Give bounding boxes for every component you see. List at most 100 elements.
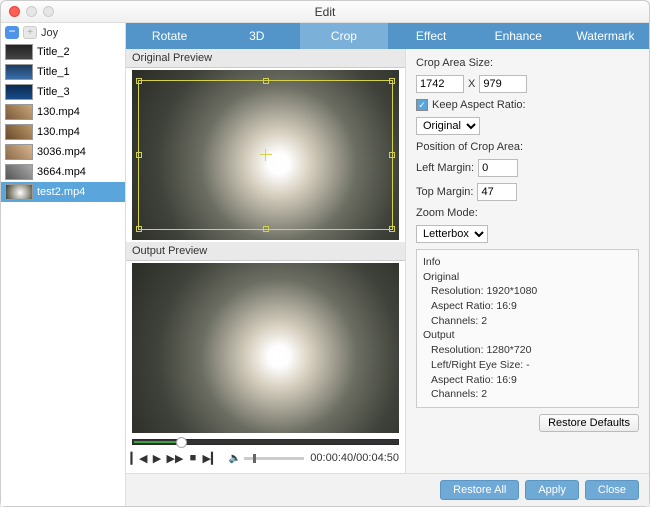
seek-knob[interactable] [176,437,187,448]
close-button[interactable]: Close [585,480,639,500]
list-item-label: Title_3 [37,86,70,98]
keep-aspect-label: Keep Aspect Ratio: [432,99,526,111]
crop-handle[interactable] [389,78,395,84]
sidebar-group-label: Joy [41,27,58,39]
crop-handle[interactable] [136,226,142,232]
sidebar-header: − + Joy [1,23,125,42]
info-original-label: Original [423,270,632,285]
list-item-label: 3664.mp4 [37,166,86,178]
crop-handle[interactable] [389,226,395,232]
info-original-aspect: Aspect Ratio: 16:9 [423,299,632,314]
crop-handle[interactable] [263,226,269,232]
tab-effect[interactable]: Effect [388,23,475,49]
prev-icon[interactable]: ▎◀ [132,451,146,465]
restore-defaults-button[interactable]: Restore Defaults [539,414,639,432]
restore-all-button[interactable]: Restore All [440,480,519,500]
volume-slider[interactable] [244,457,304,460]
top-margin-label: Top Margin: [416,186,473,198]
thumbnail-icon [5,104,33,120]
position-label: Position of Crop Area: [416,141,523,153]
aspect-ratio-select[interactable]: Original [416,117,480,135]
thumbnail-icon [5,144,33,160]
list-item[interactable]: Title_1 [1,62,125,82]
apply-button[interactable]: Apply [525,480,579,500]
crop-width-input[interactable] [416,75,464,93]
collapse-group-button[interactable]: − [5,26,19,39]
seek-progress [134,441,182,443]
list-item[interactable]: 130.mp4 [1,102,125,122]
left-margin-input[interactable] [478,159,518,177]
list-item[interactable]: 3036.mp4 [1,142,125,162]
crop-handle[interactable] [389,152,395,158]
list-item[interactable]: test2.mp4 [1,182,125,202]
keep-aspect-checkbox[interactable]: ✓ [416,99,428,111]
volume-knob[interactable] [253,454,256,463]
main-panel: Rotate 3D Crop Effect Enhance Watermark … [126,23,649,506]
list-item-label: test2.mp4 [37,186,85,198]
sidebar-list: Title_2 Title_1 Title_3 130.mp4 130.mp4 … [1,42,125,506]
x-separator: X [468,78,475,90]
list-item[interactable]: 130.mp4 [1,122,125,142]
footer: Restore All Apply Close [126,473,649,506]
play-icon[interactable]: ▶ [150,451,164,465]
left-margin-label: Left Margin: [416,162,474,174]
list-item[interactable]: Title_3 [1,82,125,102]
next-icon[interactable]: ▶▎ [204,451,218,465]
info-output-eye: Left/Right Eye Size: - [423,358,632,373]
thumbnail-icon [5,184,33,200]
info-original-resolution: Resolution: 1920*1080 [423,284,632,299]
volume-control: 🔈 [228,451,304,465]
crop-handle[interactable] [263,78,269,84]
panes: Original Preview [126,49,649,473]
info-box: Info Original Resolution: 1920*1080 Aspe… [416,249,639,408]
list-item[interactable]: Title_2 [1,42,125,62]
settings-column: Crop Area Size: X ✓ Keep Aspect Ratio: O… [406,49,649,473]
playback-icons: ▎◀ ▶ ▶▶ ■ ▶▎ [132,451,218,465]
tab-rotate[interactable]: Rotate [126,23,213,49]
tab-watermark[interactable]: Watermark [562,23,649,49]
thumbnail-icon [5,44,33,60]
edit-window: Edit − + Joy Title_2 Title_1 Title_3 130… [0,0,650,507]
list-item-label: 3036.mp4 [37,146,86,158]
crop-rectangle[interactable] [138,80,393,230]
sidebar: − + Joy Title_2 Title_1 Title_3 130.mp4 … [1,23,126,506]
volume-icon[interactable]: 🔈 [228,451,242,465]
info-output-resolution: Resolution: 1280*720 [423,343,632,358]
preview-column: Original Preview [126,49,406,473]
traffic-lights [9,6,54,17]
crop-handle[interactable] [136,78,142,84]
thumbnail-icon [5,84,33,100]
zoom-mode-label: Zoom Mode: [416,207,478,219]
window-title: Edit [315,5,336,19]
list-item[interactable]: 3664.mp4 [1,162,125,182]
seek-bar[interactable] [132,439,399,445]
crop-handle[interactable] [136,152,142,158]
tab-3d[interactable]: 3D [213,23,300,49]
top-margin-input[interactable] [477,183,517,201]
original-preview-label: Original Preview [126,49,405,68]
fast-forward-icon[interactable]: ▶▶ [168,451,182,465]
stop-icon[interactable]: ■ [186,451,200,465]
minimize-window-icon[interactable] [26,6,37,17]
list-item-label: 130.mp4 [37,126,80,138]
close-window-icon[interactable] [9,6,20,17]
output-preview [132,263,399,433]
crop-height-input[interactable] [479,75,527,93]
thumbnail-icon [5,64,33,80]
original-preview[interactable] [132,70,399,240]
info-heading: Info [423,255,632,270]
transport-row: ▎◀ ▶ ▶▶ ■ ▶▎ 🔈 00:00:40/00:04:50 [132,451,399,465]
expand-group-button[interactable]: + [23,26,37,39]
info-output-channels: Channels: 2 [423,387,632,402]
zoom-window-icon[interactable] [43,6,54,17]
tab-enhance[interactable]: Enhance [475,23,562,49]
output-frame [132,263,399,433]
info-original-channels: Channels: 2 [423,314,632,329]
original-frame [132,70,399,240]
zoom-mode-select[interactable]: Letterbox [416,225,488,243]
tab-crop[interactable]: Crop [300,23,387,49]
tabs: Rotate 3D Crop Effect Enhance Watermark [126,23,649,49]
thumbnail-icon [5,124,33,140]
time-display: 00:00:40/00:04:50 [310,452,399,464]
list-item-label: Title_2 [37,46,70,58]
